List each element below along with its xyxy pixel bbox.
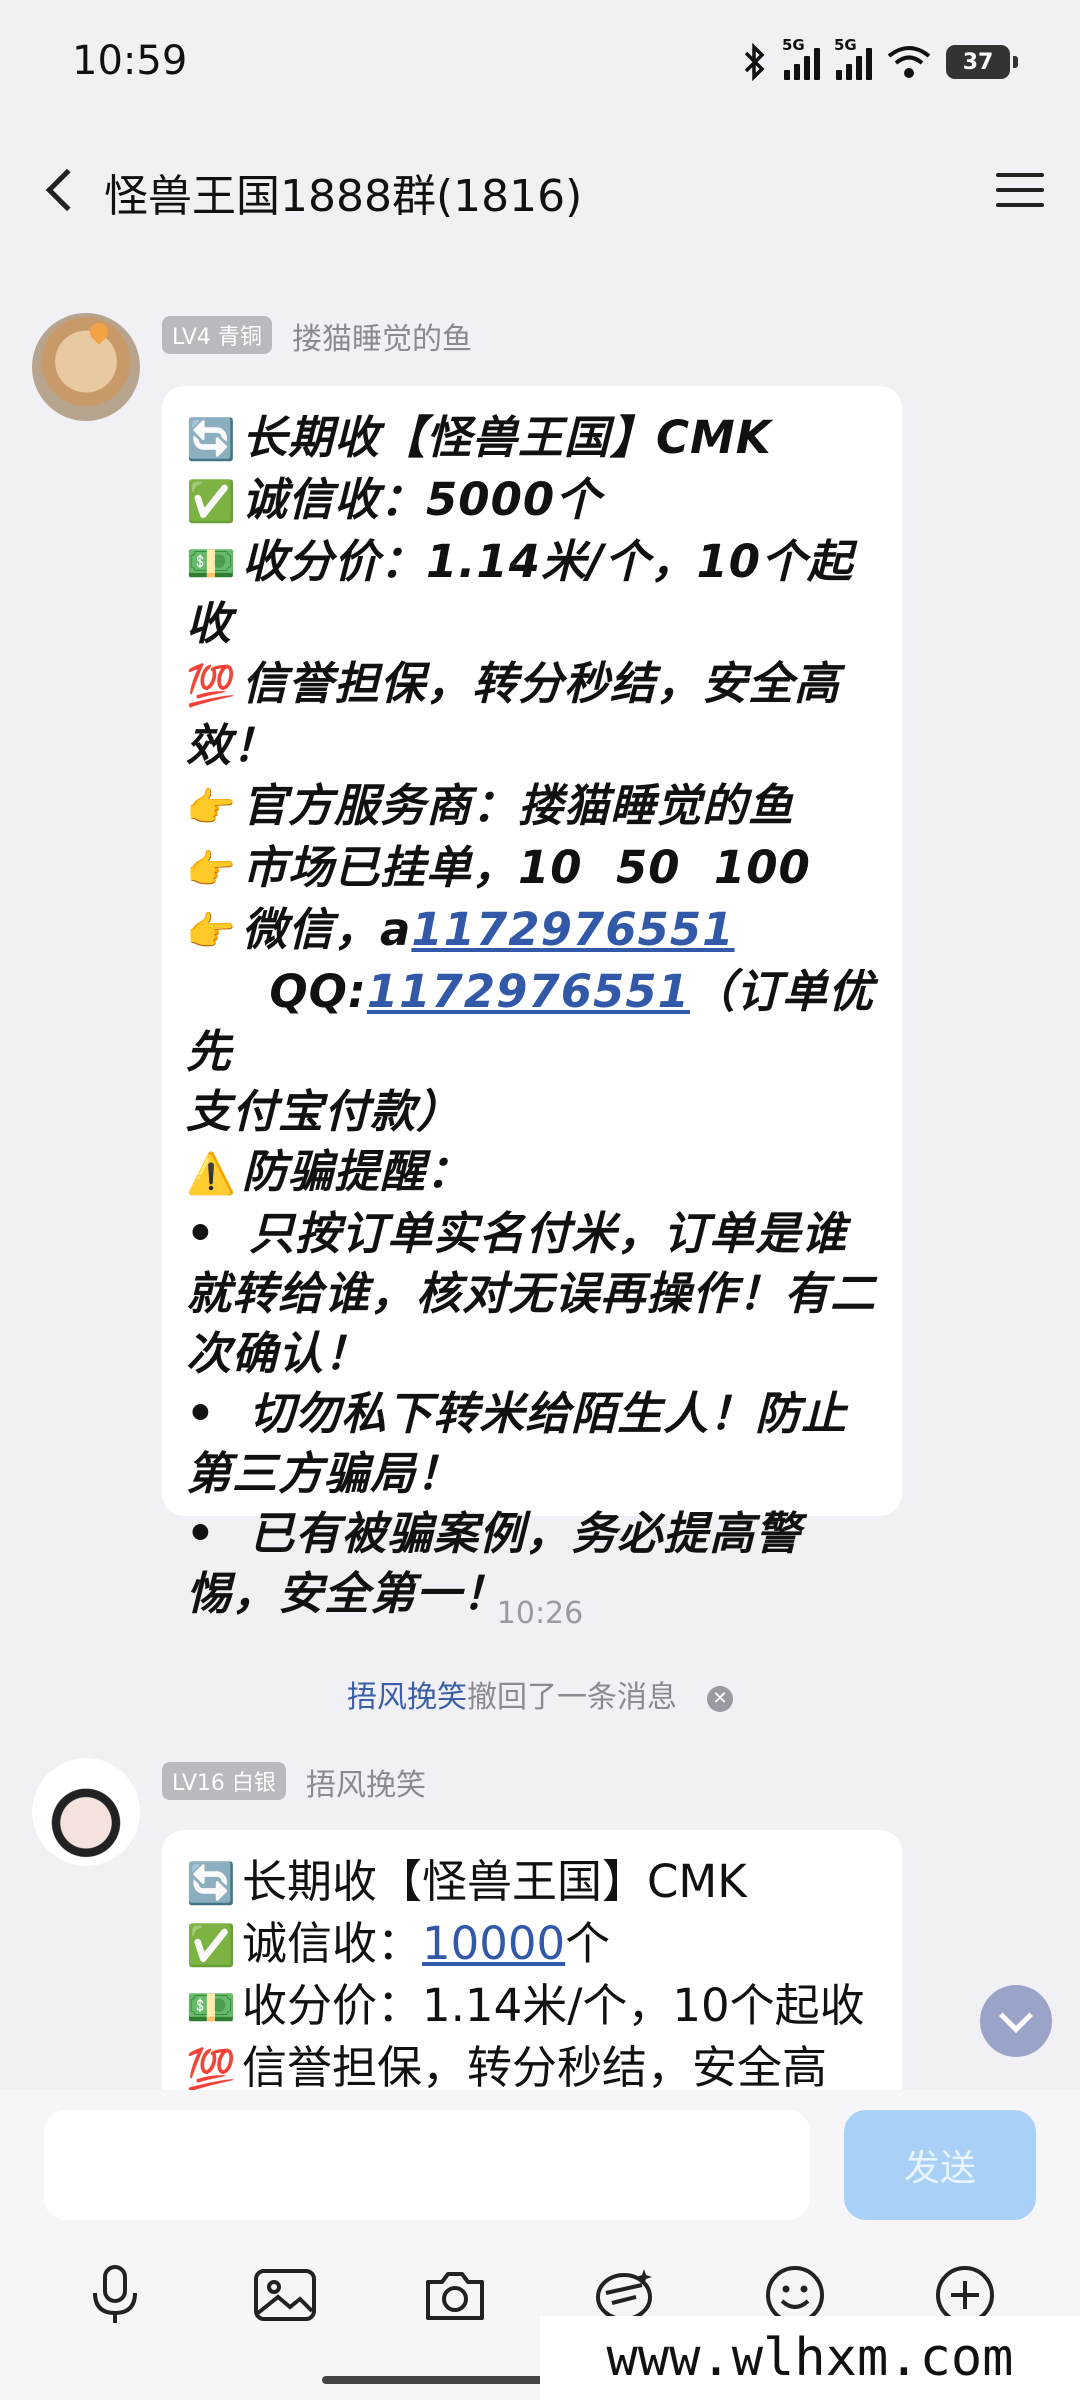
- menu-button[interactable]: [990, 162, 1050, 218]
- money-emoji-icon: 💵: [186, 541, 237, 587]
- message-line: • 只按订单实名付米，订单是谁: [186, 1207, 848, 1260]
- menu-icon: [996, 173, 1044, 178]
- sender-name: 搂猫睡觉的鱼: [292, 322, 472, 357]
- mic-icon[interactable]: [70, 2250, 160, 2340]
- pointing-emoji-icon: 👉: [186, 909, 237, 955]
- hundred-emoji-icon: 💯: [186, 663, 237, 709]
- message-line: 支付宝付款）: [186, 1085, 463, 1138]
- message-line: 💯 信誉担保，转分秒结，安全高: [186, 2038, 878, 2090]
- wechat-link[interactable]: 1172976551: [411, 903, 734, 956]
- wifi-icon: [887, 46, 931, 78]
- message-line: 次确认！: [186, 1327, 371, 1380]
- avatar[interactable]: [32, 1758, 140, 1866]
- message-line: 🔄 长期收【怪兽王国】CMK: [186, 408, 878, 470]
- message-line: ✅ 诚信收：10000个: [186, 1914, 878, 1976]
- message-line: 🔄 长期收【怪兽王国】CMK: [186, 1852, 878, 1914]
- watermark: www.wlhxm.com: [540, 2316, 1080, 2400]
- image-icon[interactable]: [240, 2250, 330, 2340]
- message-line: 就转给谁，核对无误再操作！有二: [186, 1267, 877, 1320]
- close-icon[interactable]: ✕: [707, 1685, 733, 1712]
- send-button[interactable]: 发送: [844, 2110, 1036, 2220]
- chat-title: 怪兽王国1888群(1816): [104, 171, 583, 222]
- message-line: • 已有被骗案例，务必提高警: [186, 1507, 802, 1560]
- money-emoji-icon: 💵: [186, 1985, 236, 2031]
- message-line: ⚠️ 防骗提醒：: [186, 1142, 878, 1204]
- message-input[interactable]: [44, 2110, 810, 2220]
- status-icons: 5G 5G 37: [742, 36, 1018, 84]
- message-line: • 切勿私下转米给陌生人！防止: [186, 1387, 848, 1440]
- check-emoji-icon: ✅: [186, 479, 237, 525]
- number-link[interactable]: 10000: [422, 1917, 565, 1970]
- message-line: 💯 信誉担保，转分秒结，安全高: [186, 654, 878, 716]
- level-badge: LV4 青铜: [162, 316, 272, 354]
- check-emoji-icon: ✅: [186, 1923, 236, 1969]
- hundred-emoji-icon: 💯: [186, 2047, 236, 2090]
- message-line: 💵 收分价：1.14米/个，10个起收: [186, 535, 854, 650]
- qq-link[interactable]: 1172976551: [367, 965, 690, 1018]
- message-list[interactable]: LV4 青铜 搂猫睡觉的鱼 🔄 长期收【怪兽王国】CMK ✅ 诚信收：5000个 💵…: [0, 250, 1080, 2090]
- message-bubble[interactable]: 🔄 长期收【怪兽王国】CMK ✅ 诚信收：10000个 💵 收分价：1.14米/个，1…: [162, 1830, 902, 2090]
- message-line: 💵 收分价：1.14米/个，10个起收: [186, 1976, 878, 2038]
- sender-name: 捂风挽笑: [306, 1768, 426, 1803]
- status-bar: 10:59 5G 5G 37: [0, 0, 1080, 125]
- chevron-down-icon: [999, 1999, 1033, 2033]
- message-line: 👉 官方服务商：搂猫睡觉的鱼: [186, 776, 878, 838]
- message-bubble[interactable]: 🔄 长期收【怪兽王国】CMK ✅ 诚信收：5000个 💵 收分价：1.14米/个，10…: [162, 386, 902, 1620]
- level-badge: LV16 白银: [162, 1762, 286, 1800]
- pointing-emoji-icon: 👉: [186, 847, 237, 893]
- signal-icon-1: 5G: [782, 36, 820, 80]
- message-line: 第三方骗局！: [186, 1447, 463, 1500]
- time-divider: 10:26: [496, 1596, 584, 1631]
- back-button[interactable]: [30, 160, 90, 220]
- battery-indicator: 37: [946, 45, 1018, 79]
- message-line: 效！: [186, 719, 279, 772]
- message-line: ✅ 诚信收：5000个: [186, 470, 878, 532]
- signal-icon-2: 5G: [834, 36, 872, 80]
- chat-header: 怪兽王国1888群(1816): [0, 140, 1080, 240]
- recall-user-link[interactable]: 捂风挽笑: [347, 1680, 467, 1715]
- repeat-emoji-icon: 🔄: [186, 417, 237, 463]
- warning-emoji-icon: ⚠️: [186, 1151, 237, 1197]
- recall-notice: 捂风挽笑撤回了一条消息 ✕: [0, 1672, 1080, 1716]
- message-line: QQ:1172976551（订单优先: [186, 965, 874, 1078]
- bluetooth-icon: [744, 43, 765, 81]
- camera-icon[interactable]: [410, 2250, 500, 2340]
- status-time: 10:59: [72, 38, 188, 84]
- chevron-left-icon: [45, 168, 89, 212]
- repeat-emoji-icon: 🔄: [186, 1861, 236, 1907]
- message-line: 👉 微信，a1172976551: [186, 900, 878, 962]
- avatar[interactable]: [32, 313, 140, 421]
- message-line: 👉 市场已挂单，10 50 100: [186, 838, 878, 900]
- scroll-down-button[interactable]: [980, 1985, 1052, 2057]
- pointing-emoji-icon: 👉: [186, 785, 237, 831]
